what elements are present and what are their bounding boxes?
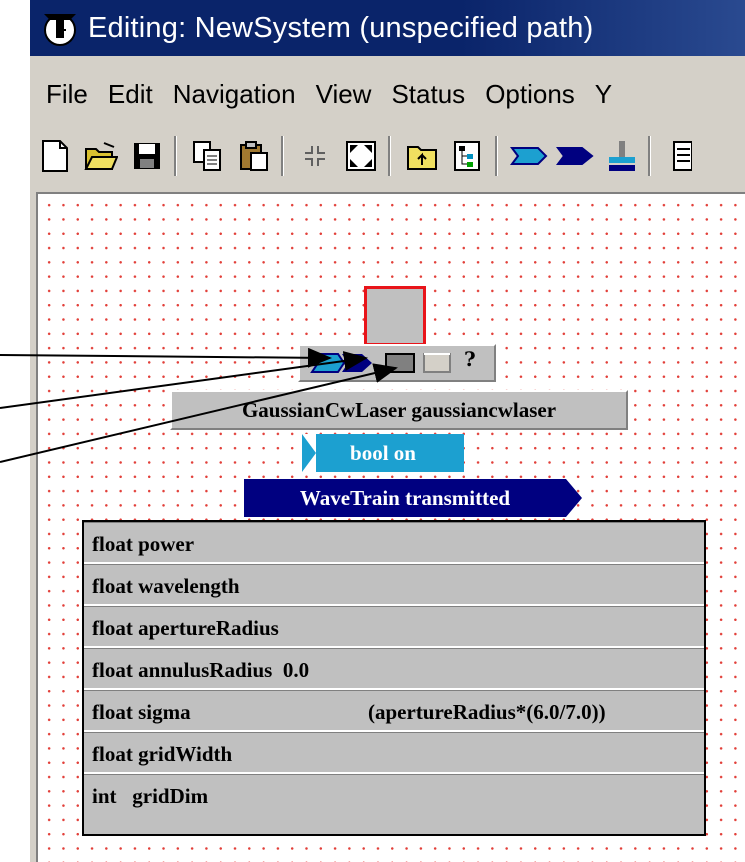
- callout-arrow-output-port: [0, 351, 368, 409]
- callout-arrows: [0, 347, 398, 463]
- callout-arrow-submodel: [0, 363, 398, 463]
- callout-arrow-input-port: [0, 347, 332, 368]
